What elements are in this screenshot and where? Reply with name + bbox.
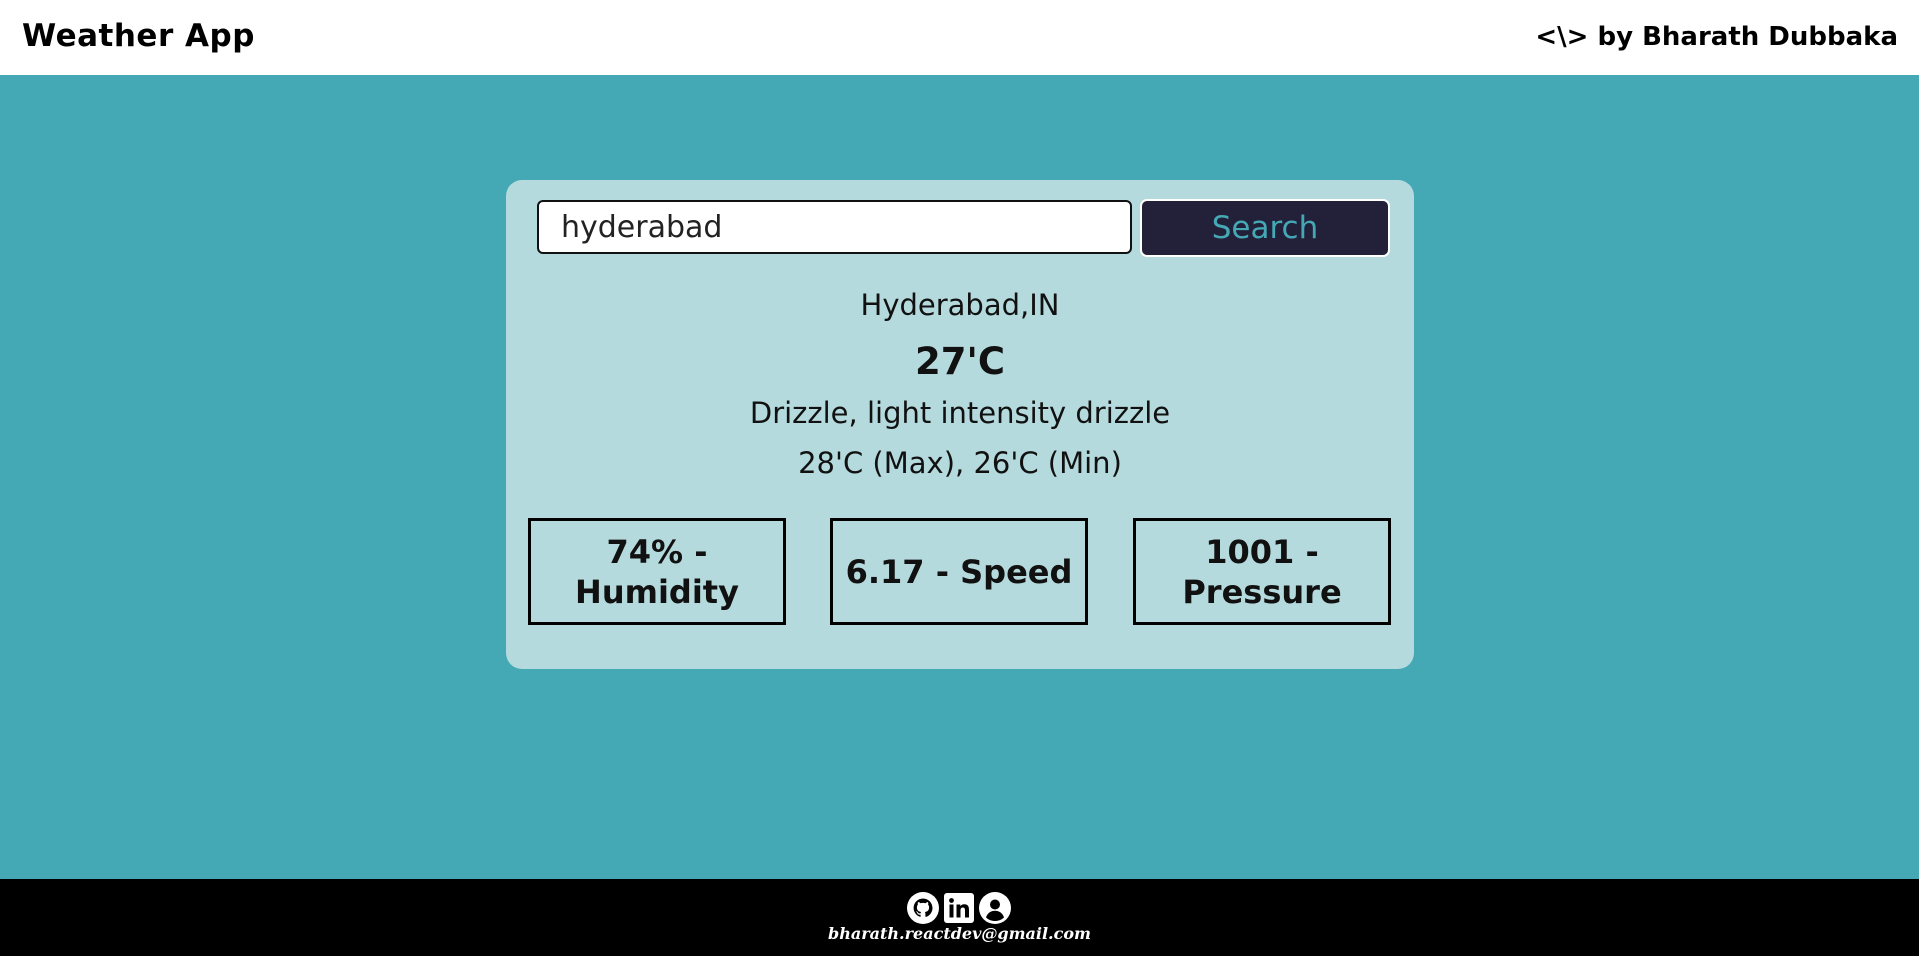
linkedin-icon[interactable] — [943, 892, 975, 924]
app-title: Weather App — [22, 18, 255, 54]
author-credit: <\> by Bharath Dubbaka — [1535, 22, 1898, 52]
wind-speed-box: 6.17 - Speed — [830, 518, 1088, 625]
location-label: Hyderabad,IN — [860, 288, 1060, 322]
footer: bharath.reactdev@gmail.com — [0, 879, 1919, 956]
search-button[interactable]: Search — [1140, 199, 1390, 257]
search-input[interactable] — [537, 200, 1132, 254]
weather-card: Search Hyderabad,IN 27'C Drizzle, light … — [506, 180, 1414, 669]
top-navbar: Weather App <\> by Bharath Dubbaka — [0, 0, 1919, 75]
github-icon[interactable] — [907, 892, 939, 924]
temperature-range: 28'C (Max), 26'C (Min) — [798, 446, 1122, 480]
pressure-box: 1001 - Pressure — [1133, 518, 1391, 625]
user-icon[interactable] — [979, 892, 1011, 924]
contact-email[interactable]: bharath.reactdev@gmail.com — [0, 924, 1919, 943]
weather-description: Drizzle, light intensity drizzle — [749, 396, 1171, 430]
humidity-box: 74% - Humidity — [528, 518, 786, 625]
social-links — [907, 892, 1011, 924]
temperature-value: 27'C — [915, 340, 1005, 383]
